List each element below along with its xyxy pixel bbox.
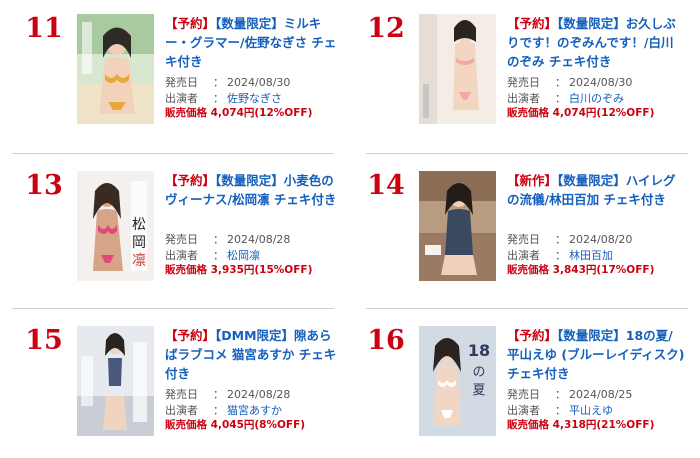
svg-text:凛: 凛 [132, 252, 146, 269]
product-meta: 発売日 ： 2024/08/28 出演者 ：猫宮あすか 販売価格 4,045円(8%O… [165, 387, 345, 434]
product-cover-image[interactable] [419, 14, 496, 124]
rank-number: 14 [367, 170, 405, 201]
ranking-item-15: 15 【予約】【DMM限定】隙あらばラブコメ 猫宮あすか チェキ付き 発売日 ： 2… [12, 326, 346, 451]
colon: ： [213, 91, 224, 105]
colon: ： [555, 91, 566, 105]
product-meta: 発売日 ： 2024/08/25 出演者 ：平山えゆ 販売価格 4,318円(21%O… [507, 387, 687, 434]
price-value: 3,843円(17%OFF) [552, 264, 655, 276]
release-date-label: 発売日 [507, 233, 540, 246]
ranking-item-13: 13 松 岡 凛 【予約】【数量限定】小麦色のヴィーナス/松岡凛 チェキ付き 発… [12, 171, 346, 296]
rank-number: 15 [25, 325, 63, 356]
svg-text:松: 松 [132, 217, 146, 233]
performer-label: 出演者 [507, 91, 540, 105]
product-title-link[interactable]: 【予約】【数量限定】小麦色のヴィーナス/松岡凛 チェキ付き [165, 171, 343, 209]
status-tag: 【予約】 [165, 16, 216, 31]
release-date-value: 2024/08/20 [569, 233, 633, 246]
performer-link[interactable]: 平山えゆ [569, 404, 613, 417]
product-cover-image[interactable] [77, 14, 154, 124]
performer-link[interactable]: 白川のぞみ [569, 92, 624, 105]
price-value: 3,935円(15%OFF) [210, 264, 313, 276]
performer-label: 出演者 [507, 248, 540, 262]
colon: ： [555, 403, 566, 417]
svg-text:岡: 岡 [132, 235, 146, 251]
release-date-value: 2024/08/28 [227, 233, 291, 246]
product-cover-image[interactable] [77, 326, 154, 436]
ranking-item-14: 14 【新作】【数量限定】ハイレグの流儀/林田百加 チェキ付き 発売日 ： 2024… [354, 171, 688, 296]
performer-label: 出演者 [165, 91, 198, 105]
colon: ： [555, 76, 566, 89]
product-title-link[interactable]: 【予約】【数量限定】お久しぶりです！のぞみんです！/白川のぞみ チェキ付き [507, 14, 685, 71]
colon: ： [213, 403, 224, 417]
colon: ： [213, 233, 224, 246]
price-value: 4,074円(12%OFF) [210, 107, 313, 119]
release-date-value: 2024/08/28 [227, 388, 291, 401]
performer-label: 出演者 [507, 403, 540, 417]
status-tag: 【予約】 [507, 16, 558, 31]
product-cover-image[interactable] [419, 171, 496, 281]
colon: ： [555, 233, 566, 246]
performer-label: 出演者 [165, 248, 198, 262]
product-title-link[interactable]: 【予約】【数量限定】18の夏/平山えゆ (ブルーレイディスク) チェキ付き [507, 326, 685, 383]
status-tag: 【新作】 [507, 173, 558, 188]
product-meta: 発売日 ： 2024/08/28 出演者 ：松岡凛 販売価格 3,935円(15%OF… [165, 232, 345, 279]
performer-link[interactable]: 佐野なぎさ [227, 92, 282, 105]
release-date-value: 2024/08/25 [569, 388, 633, 401]
ranking-item-12: 12 【予約】【数量限定】お久しぶりです！のぞみんです！/白川のぞみ チェキ付き… [354, 14, 688, 139]
rank-number: 13 [25, 170, 63, 201]
svg-text:夏: 夏 [472, 383, 485, 398]
product-cover-image[interactable]: 松 岡 凛 [77, 171, 154, 281]
row-divider [12, 308, 334, 309]
release-date-label: 発売日 [507, 76, 540, 89]
product-meta: 発売日 ： 2024/08/30 出演者 ：佐野なぎさ 販売価格 4,074円(12%… [165, 75, 345, 122]
release-date-label: 発売日 [165, 76, 198, 89]
release-date-label: 発売日 [165, 233, 198, 246]
performer-link[interactable]: 林田百加 [569, 249, 613, 262]
product-cover-image[interactable]: 18 の 夏 [419, 326, 496, 436]
ranking-item-11: 11 【予約】【数量限定】ミルキー・グラマー/佐野なぎさ チェキ付き 発売日 ： 2… [12, 14, 346, 139]
price-label: 販売価格 [165, 264, 207, 276]
svg-text:の: の [472, 365, 485, 380]
product-title-link[interactable]: 【予約】【数量限定】ミルキー・グラマー/佐野なぎさ チェキ付き [165, 14, 343, 71]
price-label: 販売価格 [507, 107, 549, 119]
price-value: 4,074円(12%OFF) [552, 107, 655, 119]
product-meta: 発売日 ： 2024/08/20 出演者 ：林田百加 販売価格 3,843円(17%O… [507, 232, 687, 279]
row-divider [366, 153, 688, 154]
ranking-item-16: 16 18 の 夏 【予約】【数量限定】18の夏/平山えゆ (ブルーレイディスク… [354, 326, 688, 451]
product-title-link[interactable]: 【新作】【数量限定】ハイレグの流儀/林田百加 チェキ付き [507, 171, 685, 209]
price-label: 販売価格 [507, 264, 549, 276]
colon: ： [555, 388, 566, 401]
product-title-link[interactable]: 【予約】【DMM限定】隙あらばラブコメ 猫宮あすか チェキ付き [165, 326, 343, 383]
price-value: 4,318円(21%OFF) [552, 419, 655, 431]
status-tag: 【予約】 [165, 328, 216, 343]
release-date-label: 発売日 [165, 388, 198, 401]
row-divider [366, 308, 688, 309]
release-date-value: 2024/08/30 [569, 76, 633, 89]
release-date-label: 発売日 [507, 388, 540, 401]
product-meta: 発売日 ： 2024/08/30 出演者 ：白川のぞみ 販売価格 4,074円(12%… [507, 75, 687, 122]
price-label: 販売価格 [165, 107, 207, 119]
rank-number: 16 [367, 325, 405, 356]
performer-label: 出演者 [165, 403, 198, 417]
rank-number: 11 [25, 13, 63, 44]
rank-number: 12 [367, 13, 405, 44]
colon: ： [213, 248, 224, 262]
colon: ： [213, 388, 224, 401]
row-divider [12, 153, 334, 154]
performer-link[interactable]: 猫宮あすか [227, 404, 282, 417]
status-tag: 【予約】 [165, 173, 216, 188]
colon: ： [213, 76, 224, 89]
price-label: 販売価格 [165, 419, 207, 431]
release-date-value: 2024/08/30 [227, 76, 291, 89]
performer-link[interactable]: 松岡凛 [227, 249, 260, 262]
colon: ： [555, 248, 566, 262]
status-tag: 【予約】 [507, 328, 558, 343]
price-label: 販売価格 [507, 419, 549, 431]
price-value: 4,045円(8%OFF) [210, 419, 306, 431]
svg-text:18: 18 [468, 341, 490, 360]
